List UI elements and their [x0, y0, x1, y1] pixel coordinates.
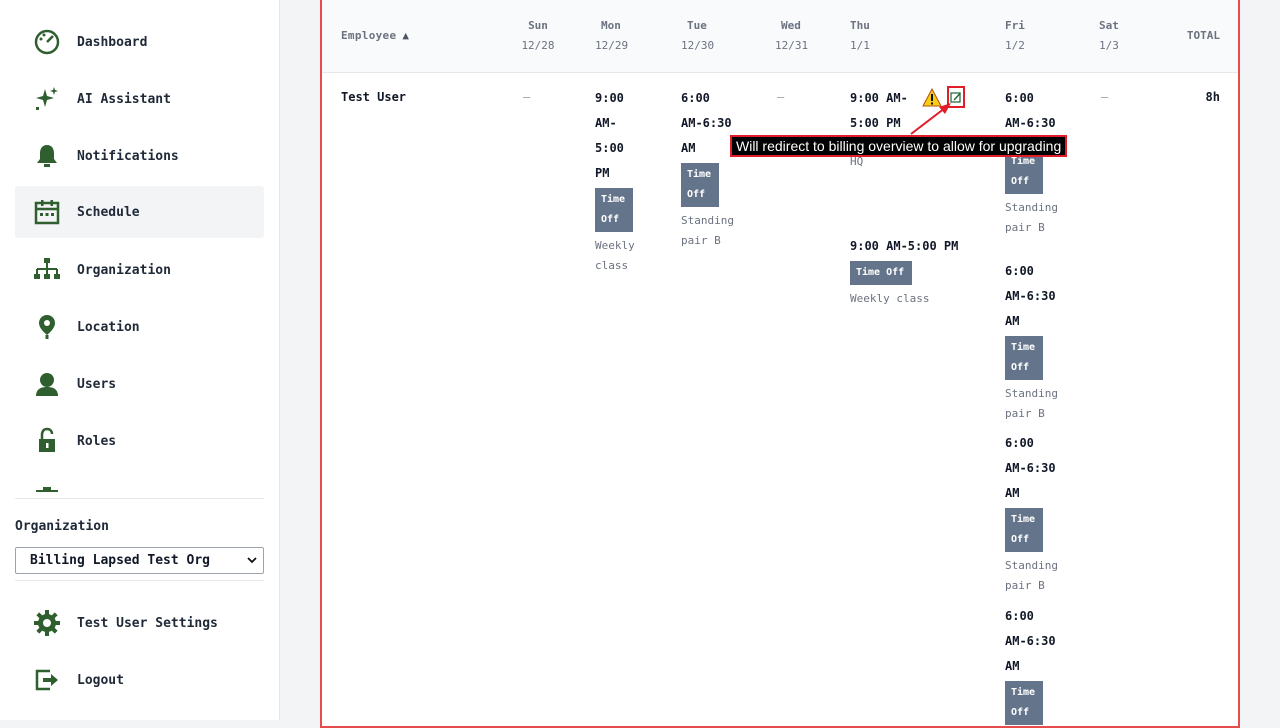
shift-time: 9:00 AM- 5:00 PM — [595, 91, 624, 180]
sidebar-item-label: Logout — [77, 672, 124, 688]
sidebar-item-label: Roles — [77, 433, 117, 449]
logout-icon — [31, 664, 63, 696]
day-header-sat: Sat 1/3 — [1099, 19, 1119, 52]
sidebar-item-logout[interactable]: Logout — [15, 654, 264, 706]
user-icon — [31, 368, 63, 400]
table-header: Employee ▲ Sun 12/28 Mon 12/29 Tue 12/30 Wed… — [322, 0, 1238, 73]
shift-time: 6:00 AM-6:30 AM — [1005, 436, 1056, 500]
time-off-badge: Time Off — [1005, 681, 1044, 725]
sparkle-icon — [31, 83, 63, 115]
shift-fri-4[interactable]: 6:00 AM-6:30 AM Time Off — [1005, 604, 1075, 725]
shift-fri-1[interactable]: 6:00 AM-6:30 Time Off Standing pair B — [1005, 86, 1075, 238]
sidebar-item-label: Schedule — [77, 204, 140, 220]
time-off-badge: Time Off — [1005, 508, 1044, 552]
bell-icon — [31, 140, 63, 172]
sidebar-item-label: Organization — [77, 262, 171, 278]
day-header-wed: Wed 12/31 — [775, 19, 809, 52]
dashboard-icon — [31, 26, 63, 58]
day-header-thu: Thu 1/1 — [850, 19, 870, 52]
shift-time: 6:00 AM-6:30 — [1005, 91, 1056, 130]
day-header-mon: Mon 12/29 — [595, 19, 629, 52]
day-header-fri: Fri 1/2 — [1005, 19, 1025, 52]
sidebar-item-settings[interactable]: Test User Settings — [15, 597, 264, 649]
empty-cell-sun: – — [523, 90, 531, 104]
shift-time: 9:00 AM-5:00 PM — [850, 239, 959, 253]
sidebar-item-ai-assistant[interactable]: AI Assistant — [15, 73, 264, 125]
annotation-tooltip: Will redirect to billing overview to all… — [730, 135, 1068, 157]
gear-icon — [31, 607, 63, 639]
time-off-badge: Time Off — [850, 261, 913, 285]
empty-cell-wed: – — [777, 90, 785, 104]
shift-tue[interactable]: 6:00 AM-6:30 AM Time Off Standing pair B — [681, 86, 751, 251]
sidebar-item-more[interactable] — [15, 472, 264, 492]
shift-note: Standing pair B — [1005, 387, 1058, 420]
organization-select[interactable]: Billing Lapsed Test Org — [15, 547, 264, 574]
shift-thu-2[interactable]: 9:00 AM-5:00 PM Time Off Weekly class — [850, 234, 980, 309]
divider — [15, 580, 264, 581]
sort-ascending-icon: ▲ — [402, 29, 410, 42]
employee-name: Test User — [341, 90, 407, 104]
divider — [15, 498, 264, 499]
shift-note: Weekly class — [850, 292, 930, 305]
sidebar-item-label: Users — [77, 376, 117, 392]
sidebar-item-organization[interactable]: Organization — [15, 244, 264, 296]
empty-cell-sat: – — [1101, 90, 1109, 104]
schedule-table: Employee ▲ Sun 12/28 Mon 12/29 Tue 12/30 Wed… — [320, 0, 1240, 728]
employee-column-header[interactable]: Employee ▲ — [341, 26, 409, 46]
org-chart-icon — [31, 254, 63, 286]
sidebar-nav: Dashboard AI Assistant Notifications Sch… — [15, 0, 264, 492]
organization-label: Organization — [15, 519, 109, 534]
chevron-down-icon — [247, 557, 257, 564]
sidebar-item-label: Test User Settings — [77, 615, 218, 631]
day-header-tue: Tue 12/30 — [681, 19, 715, 52]
shift-note: Standing pair B — [681, 214, 734, 247]
calendar-icon — [31, 196, 63, 228]
sidebar: Dashboard AI Assistant Notifications Sch… — [0, 0, 280, 720]
sidebar-item-roles[interactable]: Roles — [15, 415, 264, 467]
total-column-header: TOTAL — [1186, 29, 1220, 42]
organization-selected-value: Billing Lapsed Test Org — [30, 553, 211, 568]
briefcase-icon — [31, 482, 63, 492]
shift-time: 6:00 AM-6:30 AM — [1005, 609, 1056, 673]
sidebar-item-label: Notifications — [77, 148, 179, 164]
sidebar-item-label: AI Assistant — [77, 91, 171, 107]
shift-fri-3[interactable]: 6:00 AM-6:30 AM Time Off Standing pair B — [1005, 431, 1075, 596]
shift-mon[interactable]: 9:00 AM- 5:00 PM Time Off Weekly class — [595, 86, 655, 276]
sidebar-item-schedule[interactable]: Schedule — [15, 186, 264, 238]
shift-time: 6:00 AM-6:30 AM — [1005, 264, 1056, 328]
annotation-arrow — [910, 103, 951, 135]
sidebar-item-location[interactable]: Location — [15, 301, 264, 353]
sidebar-item-notifications[interactable]: Notifications — [15, 130, 264, 182]
sidebar-item-dashboard[interactable]: Dashboard — [15, 16, 264, 68]
shift-fri-2[interactable]: 6:00 AM-6:30 AM Time Off Standing pair B — [1005, 259, 1075, 424]
time-off-badge: Time Off — [1005, 336, 1044, 380]
day-header-sun: Sun 12/28 — [521, 19, 555, 52]
row-total: 8h — [1205, 90, 1220, 104]
sidebar-item-label: Location — [77, 319, 140, 335]
sidebar-item-users[interactable]: Users — [15, 358, 264, 410]
shift-note: Standing pair B — [1005, 201, 1058, 234]
unlock-icon — [31, 425, 63, 457]
shift-note: Standing pair B — [1005, 559, 1058, 592]
sidebar-item-label: Dashboard — [77, 34, 148, 50]
time-off-badge: Time Off — [681, 163, 720, 207]
shift-note: Weekly class — [595, 239, 635, 272]
map-pin-icon — [31, 311, 63, 343]
time-off-badge: Time Off — [595, 188, 634, 232]
